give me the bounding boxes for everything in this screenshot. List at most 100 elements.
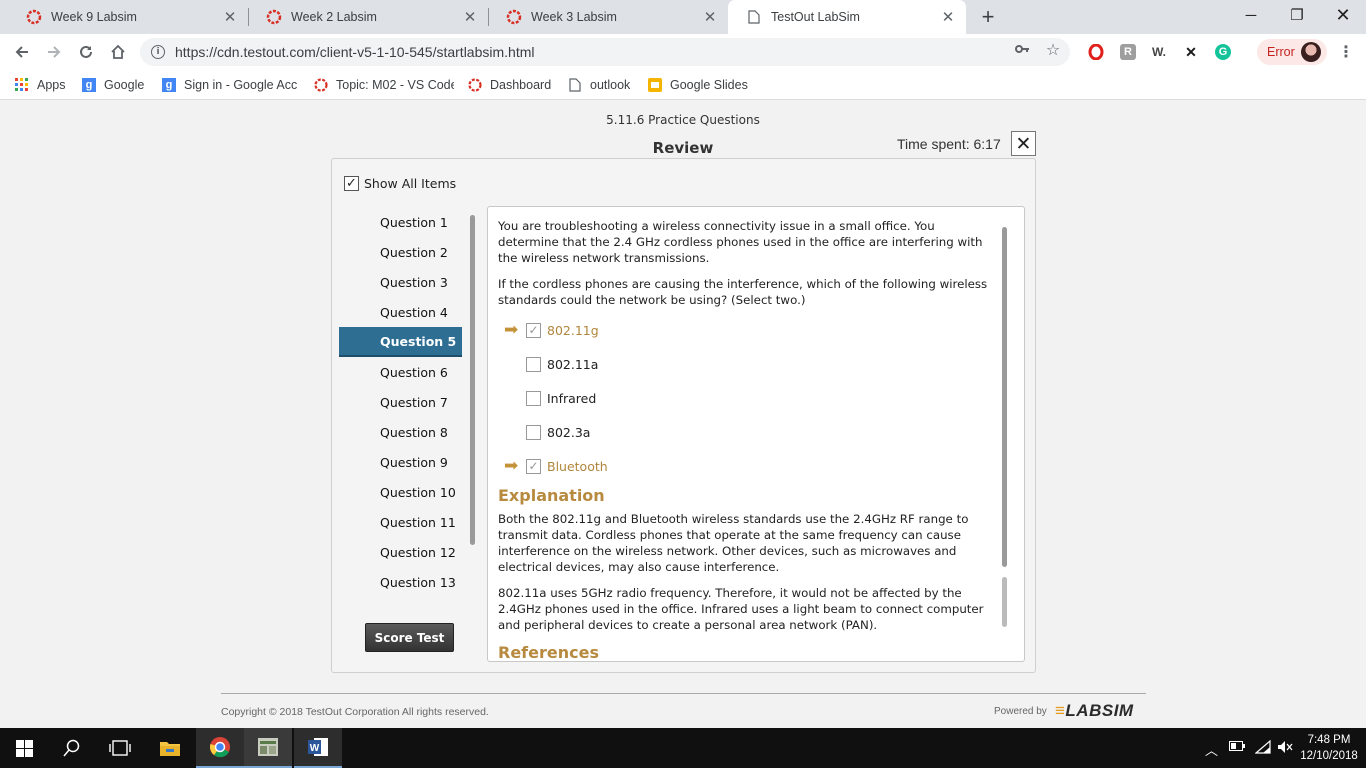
- question-item-10[interactable]: Question 10: [339, 477, 462, 507]
- site-info-icon[interactable]: i: [151, 45, 165, 59]
- question-item-8[interactable]: Question 8: [339, 417, 462, 447]
- wifi-icon[interactable]: [1254, 739, 1271, 758]
- question-item-7[interactable]: Question 7: [339, 387, 462, 417]
- question-item-11[interactable]: Question 11: [339, 507, 462, 537]
- labsim-taskbar-icon[interactable]: [244, 728, 292, 768]
- labsim-favicon-icon: [26, 9, 42, 25]
- time-spent: Time spent: 6:17: [897, 136, 1001, 152]
- bookmark-sign-in-google[interactable]: g Sign in - Google Acc: [162, 76, 302, 94]
- tab-week3[interactable]: Week 3 Labsim ✕: [488, 0, 728, 34]
- question-prompt: If the cordless phones are causing the i…: [498, 277, 988, 307]
- minimize-button[interactable]: ─: [1228, 0, 1274, 30]
- question-item-12[interactable]: Question 12: [339, 537, 462, 567]
- review-panel: ✓ Show All Items Question 1 Question 2 Q…: [331, 158, 1036, 673]
- logo-text: LABSIM: [1065, 701, 1134, 720]
- logo-dash-icon: ≡: [1055, 701, 1066, 720]
- search-icon[interactable]: [48, 728, 96, 768]
- question-item-3[interactable]: Question 3: [339, 267, 462, 297]
- bookmark-google-slides[interactable]: Google Slides: [648, 76, 748, 94]
- opera-extension-icon[interactable]: [1088, 44, 1104, 60]
- question-item-9[interactable]: Question 9: [339, 447, 462, 477]
- bookmark-google[interactable]: g Google: [82, 76, 144, 94]
- bookmark-apps[interactable]: Apps: [15, 76, 66, 94]
- browser-toolbar: i https://cdn.testout.com/client-v5-1-10…: [0, 34, 1366, 70]
- extension-r-icon[interactable]: R: [1120, 44, 1136, 60]
- show-all-items-checkbox[interactable]: ✓ Show All Items: [344, 176, 456, 191]
- system-clock[interactable]: 7:48 PM 12/10/2018: [1296, 732, 1362, 764]
- question-scrollbar-track[interactable]: [1002, 577, 1007, 627]
- question-item-5[interactable]: Question 5: [339, 327, 462, 357]
- windows-start-icon[interactable]: [0, 728, 48, 768]
- checkbox-checked-icon: ✓: [344, 176, 359, 191]
- bookmark-label: Dashboard: [490, 78, 552, 92]
- question-stem: You are troubleshooting a wireless conne…: [498, 219, 983, 265]
- home-icon[interactable]: [106, 40, 130, 64]
- file-explorer-icon[interactable]: [146, 728, 194, 768]
- labsim-logo[interactable]: ≡LABSIM: [1055, 701, 1134, 721]
- new-tab-button[interactable]: +: [976, 4, 1000, 29]
- bookmark-label: Google: [104, 78, 145, 92]
- extension-x-icon[interactable]: ✕: [1183, 44, 1199, 60]
- volume-muted-icon[interactable]: [1277, 740, 1293, 758]
- clock-date: 12/10/2018: [1300, 750, 1358, 762]
- question-item-2[interactable]: Question 2: [339, 237, 462, 267]
- answer-bluetooth[interactable]: ➡ ✓ Bluetooth: [504, 456, 608, 476]
- bookmark-label: outlook: [590, 78, 631, 92]
- bookmark-outlook[interactable]: outlook: [568, 76, 630, 94]
- grammarly-icon[interactable]: G: [1215, 44, 1231, 60]
- tab-week9[interactable]: Week 9 Labsim ✕: [8, 0, 248, 34]
- page-icon: [568, 78, 582, 92]
- tab-close-icon[interactable]: ✕: [702, 8, 718, 26]
- bookmarks-bar: Apps g Google g Sign in - Google Acc Top…: [0, 70, 1366, 100]
- labsim-favicon-icon: [266, 9, 282, 25]
- correct-arrow-icon: ➡: [504, 320, 519, 340]
- restore-button[interactable]: ❐: [1274, 0, 1320, 30]
- tab-title: Week 2 Labsim: [291, 10, 377, 24]
- profile-error-button[interactable]: Error: [1257, 39, 1327, 65]
- show-hidden-icons-icon[interactable]: ︿: [1205, 740, 1218, 759]
- score-test-button[interactable]: Score Test: [365, 623, 454, 652]
- review-title: Review: [652, 139, 714, 157]
- key-icon[interactable]: [1014, 41, 1030, 57]
- chrome-taskbar-icon[interactable]: [196, 728, 244, 768]
- bookmark-star-icon[interactable]: ☆: [1045, 40, 1061, 59]
- answer-infrared[interactable]: Infrared: [504, 388, 596, 408]
- question-item-1[interactable]: Question 1: [339, 207, 462, 237]
- bookmark-topic-m02[interactable]: Topic: M02 - VS Code: [314, 76, 454, 94]
- chrome-menu-icon[interactable]: ⋮: [1338, 42, 1354, 62]
- tab-testout-labsim[interactable]: TestOut LabSim ✕: [728, 0, 966, 34]
- tab-close-icon[interactable]: ✕: [940, 8, 956, 26]
- question-item-4[interactable]: Question 4: [339, 297, 462, 327]
- question-list-scrollbar[interactable]: [470, 215, 475, 545]
- checkbox-empty-icon: [526, 356, 541, 372]
- slides-icon: [648, 78, 662, 92]
- address-bar[interactable]: i https://cdn.testout.com/client-v5-1-10…: [140, 38, 1070, 66]
- page-favicon-icon: [746, 9, 762, 25]
- footer-divider: [221, 693, 1146, 694]
- back-icon[interactable]: [10, 40, 34, 64]
- bookmark-dashboard[interactable]: Dashboard: [468, 76, 551, 94]
- reload-icon[interactable]: [74, 40, 98, 64]
- question-item-6[interactable]: Question 6: [339, 357, 462, 387]
- answer-802-11a[interactable]: 802.11a: [504, 354, 598, 374]
- question-item-13[interactable]: Question 13: [339, 567, 462, 597]
- tab-title: TestOut LabSim: [771, 10, 860, 24]
- close-window-button[interactable]: ✕: [1320, 0, 1366, 30]
- word-taskbar-icon[interactable]: W: [294, 728, 342, 768]
- close-review-button[interactable]: ✕: [1011, 131, 1036, 156]
- answer-802-11g[interactable]: ➡ ✓ 802.11g: [504, 320, 599, 340]
- tab-close-icon[interactable]: ✕: [222, 8, 238, 26]
- bookmark-label: Topic: M02 - VS Code: [336, 78, 454, 92]
- google-icon: g: [162, 78, 176, 92]
- extension-w-icon[interactable]: W.: [1151, 44, 1167, 60]
- dashboard-icon: [468, 78, 482, 92]
- task-view-icon[interactable]: [96, 728, 144, 768]
- windows-taskbar: W ︿ 7:48 PM 12/10/2018: [0, 728, 1366, 768]
- answer-802-3a[interactable]: 802.3a: [504, 422, 590, 442]
- battery-icon[interactable]: [1229, 740, 1245, 755]
- forward-icon[interactable]: [42, 40, 66, 64]
- url-text: https://cdn.testout.com/client-v5-1-10-5…: [175, 44, 535, 60]
- tab-close-icon[interactable]: ✕: [462, 8, 478, 26]
- question-scrollbar[interactable]: [1002, 227, 1007, 567]
- tab-week2[interactable]: Week 2 Labsim ✕: [248, 0, 488, 34]
